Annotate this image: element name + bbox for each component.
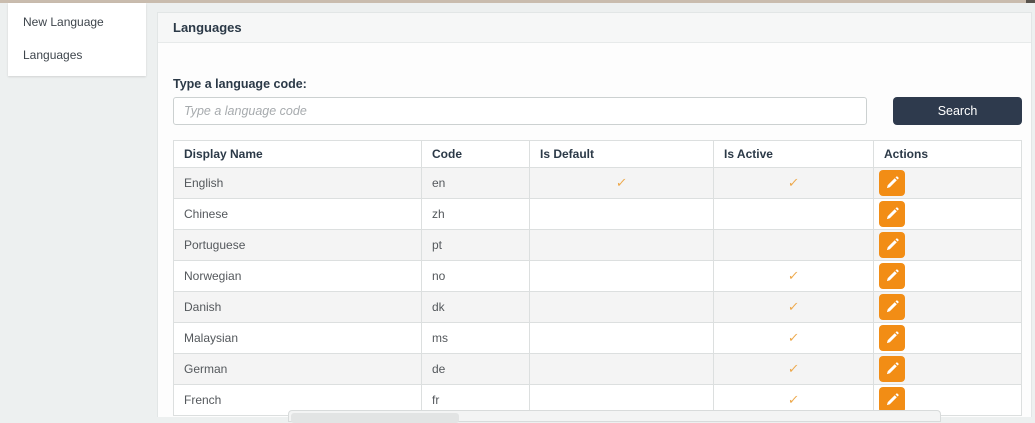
is-default-cell <box>530 354 714 385</box>
table-row: German de ✓ <box>174 354 1022 385</box>
is-default-cell <box>530 261 714 292</box>
code-cell: zh <box>422 199 530 230</box>
check-icon: ✓ <box>787 361 800 377</box>
is-default-cell <box>530 230 714 261</box>
table-row: Chinese zh <box>174 199 1022 230</box>
actions-cell <box>874 230 1022 261</box>
code-cell: pt <box>422 230 530 261</box>
pencil-icon <box>885 362 899 376</box>
column-header-actions: Actions <box>874 141 1022 168</box>
column-header-code: Code <box>422 141 530 168</box>
column-header-is-default: Is Default <box>530 141 714 168</box>
check-icon: ✓ <box>787 392 800 408</box>
column-header-is-active: Is Active <box>714 141 874 168</box>
is-active-cell: ✓ <box>714 168 874 199</box>
is-active-cell <box>714 199 874 230</box>
display-name-cell: Norwegian <box>174 261 422 292</box>
pencil-icon <box>885 300 899 314</box>
actions-cell <box>874 292 1022 323</box>
table-row: Norwegian no ✓ <box>174 261 1022 292</box>
pencil-icon <box>885 331 899 345</box>
sidebar-item-languages[interactable]: Languages <box>8 45 146 65</box>
is-active-cell: ✓ <box>714 323 874 354</box>
check-icon: ✓ <box>787 330 800 346</box>
check-icon: ✓ <box>787 299 800 315</box>
code-cell: en <box>422 168 530 199</box>
actions-cell <box>874 168 1022 199</box>
code-cell: dk <box>422 292 530 323</box>
sidebar-item-new-language[interactable]: New Language <box>8 12 146 32</box>
display-name-cell: English <box>174 168 422 199</box>
edit-button[interactable] <box>879 325 905 351</box>
pencil-icon <box>885 269 899 283</box>
actions-cell <box>874 199 1022 230</box>
is-active-cell <box>714 230 874 261</box>
pencil-icon <box>885 393 899 407</box>
is-default-cell <box>530 292 714 323</box>
scrollbar-thumb[interactable] <box>291 413 459 423</box>
check-icon: ✓ <box>615 175 628 191</box>
display-name-cell: Danish <box>174 292 422 323</box>
edit-button[interactable] <box>879 170 905 196</box>
is-default-cell <box>530 199 714 230</box>
code-cell: de <box>422 354 530 385</box>
horizontal-scrollbar[interactable] <box>288 410 941 422</box>
is-active-cell: ✓ <box>714 292 874 323</box>
code-cell: ms <box>422 323 530 354</box>
table-row: Danish dk ✓ <box>174 292 1022 323</box>
edit-button[interactable] <box>879 263 905 289</box>
is-active-cell: ✓ <box>714 354 874 385</box>
actions-cell <box>874 354 1022 385</box>
is-active-cell: ✓ <box>714 261 874 292</box>
display-name-cell: German <box>174 354 422 385</box>
edit-button[interactable] <box>879 232 905 258</box>
pencil-icon <box>885 207 899 221</box>
table-row: Malaysian ms ✓ <box>174 323 1022 354</box>
panel-header: Languages <box>158 13 1031 43</box>
page-title: Languages <box>173 20 242 35</box>
search-label: Type a language code: <box>173 77 307 91</box>
pencil-icon <box>885 238 899 252</box>
column-header-display-name: Display Name <box>174 141 422 168</box>
languages-table: Display Name Code Is Default Is Active A… <box>173 140 1022 416</box>
actions-cell <box>874 261 1022 292</box>
is-default-cell <box>530 323 714 354</box>
top-accent-strip <box>0 0 1035 3</box>
edit-button[interactable] <box>879 294 905 320</box>
languages-panel: Languages Type a language code: Search D… <box>157 12 1032 417</box>
sidebar: New Language Languages <box>8 3 146 76</box>
top-strip-end <box>1026 0 1035 3</box>
display-name-cell: Malaysian <box>174 323 422 354</box>
table-row: Portuguese pt <box>174 230 1022 261</box>
search-input[interactable] <box>173 97 867 125</box>
code-cell: no <box>422 261 530 292</box>
is-default-cell: ✓ <box>530 168 714 199</box>
display-name-cell: Portuguese <box>174 230 422 261</box>
edit-button[interactable] <box>879 356 905 382</box>
check-icon: ✓ <box>787 175 800 191</box>
table-row: English en ✓ ✓ <box>174 168 1022 199</box>
check-icon: ✓ <box>787 268 800 284</box>
table-header-row: Display Name Code Is Default Is Active A… <box>174 141 1022 168</box>
actions-cell <box>874 323 1022 354</box>
pencil-icon <box>885 176 899 190</box>
search-button[interactable]: Search <box>893 97 1022 125</box>
display-name-cell: Chinese <box>174 199 422 230</box>
edit-button[interactable] <box>879 201 905 227</box>
